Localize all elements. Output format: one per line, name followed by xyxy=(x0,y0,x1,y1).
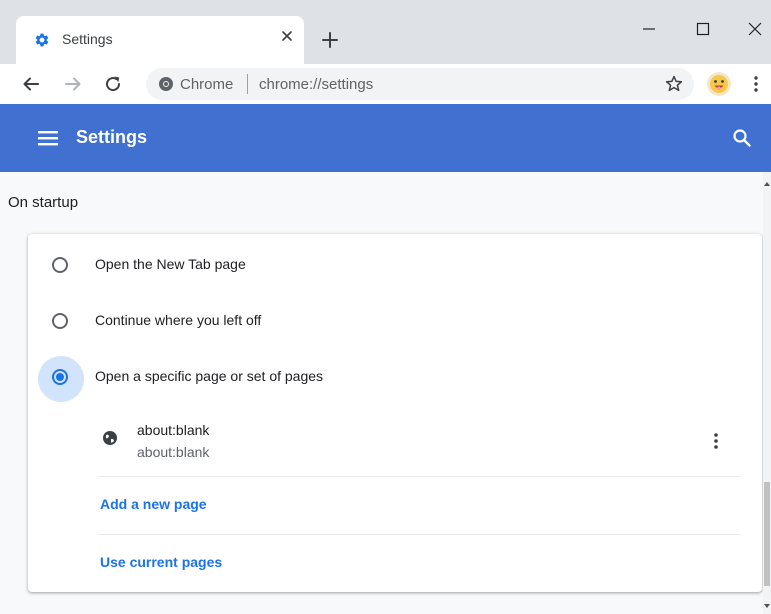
profile-avatar-icon[interactable] xyxy=(706,71,732,97)
page-title: Settings xyxy=(76,127,148,147)
bookmark-star-icon[interactable] xyxy=(664,74,684,94)
radio-button-selected[interactable] xyxy=(52,369,68,385)
close-window-icon[interactable] xyxy=(744,18,766,40)
use-current-pages-link[interactable]: Use current pages xyxy=(100,554,222,570)
address-separator xyxy=(247,74,248,94)
startup-card: Open the New Tab page Continue where you… xyxy=(28,234,762,592)
add-new-page-link[interactable]: Add a new page xyxy=(100,496,207,512)
scroll-down-arrow-icon[interactable] xyxy=(763,602,771,610)
scrollbar[interactable] xyxy=(763,172,771,614)
browser-window: Settings Chrome chrome://settings Settin… xyxy=(0,0,771,614)
scroll-up-arrow-icon[interactable] xyxy=(763,180,771,188)
reload-icon[interactable] xyxy=(102,73,124,95)
tab-title: Settings xyxy=(62,31,113,47)
radio-label: Continue where you left off xyxy=(95,312,262,328)
scrollbar-thumb[interactable] xyxy=(764,482,770,586)
address-bar[interactable]: Chrome chrome://settings xyxy=(146,68,694,100)
back-arrow-icon[interactable] xyxy=(20,73,42,95)
minimize-icon[interactable] xyxy=(638,18,660,40)
maximize-icon[interactable] xyxy=(692,18,714,40)
search-icon[interactable] xyxy=(732,128,752,148)
globe-icon xyxy=(103,431,117,445)
settings-header: Settings xyxy=(0,104,771,172)
chrome-logo-icon xyxy=(159,77,173,91)
tab-strip: Settings xyxy=(0,0,771,64)
gear-icon xyxy=(35,33,49,47)
close-tab-icon[interactable] xyxy=(278,27,296,45)
forward-arrow-icon[interactable] xyxy=(62,73,84,95)
startup-option-continue[interactable]: Continue where you left off xyxy=(28,292,762,348)
radio-button[interactable] xyxy=(52,257,68,273)
toolbar: Chrome chrome://settings xyxy=(0,64,771,104)
more-actions-icon[interactable] xyxy=(708,431,724,451)
divider xyxy=(98,534,741,535)
radio-label: Open the New Tab page xyxy=(95,256,246,272)
startup-page-entry: about:blank about:blank xyxy=(28,414,762,474)
address-url: chrome://settings xyxy=(259,76,374,93)
page-entry-title: about:blank xyxy=(137,422,210,438)
startup-option-new-tab[interactable]: Open the New Tab page xyxy=(28,236,762,292)
section-title-on-startup: On startup xyxy=(8,194,79,211)
divider xyxy=(98,476,741,477)
radio-button[interactable] xyxy=(52,313,68,329)
address-origin: Chrome xyxy=(180,76,234,93)
radio-label: Open a specific page or set of pages xyxy=(95,368,324,384)
startup-option-specific-pages[interactable]: Open a specific page or set of pages xyxy=(28,348,762,404)
browser-menu-icon[interactable] xyxy=(746,74,766,94)
settings-content: On startup Open the New Tab page Continu… xyxy=(0,172,763,614)
hamburger-menu-icon[interactable] xyxy=(38,129,58,147)
new-tab-icon[interactable] xyxy=(320,30,340,50)
tab-settings[interactable]: Settings xyxy=(16,16,304,64)
page-entry-url: about:blank xyxy=(137,444,210,460)
